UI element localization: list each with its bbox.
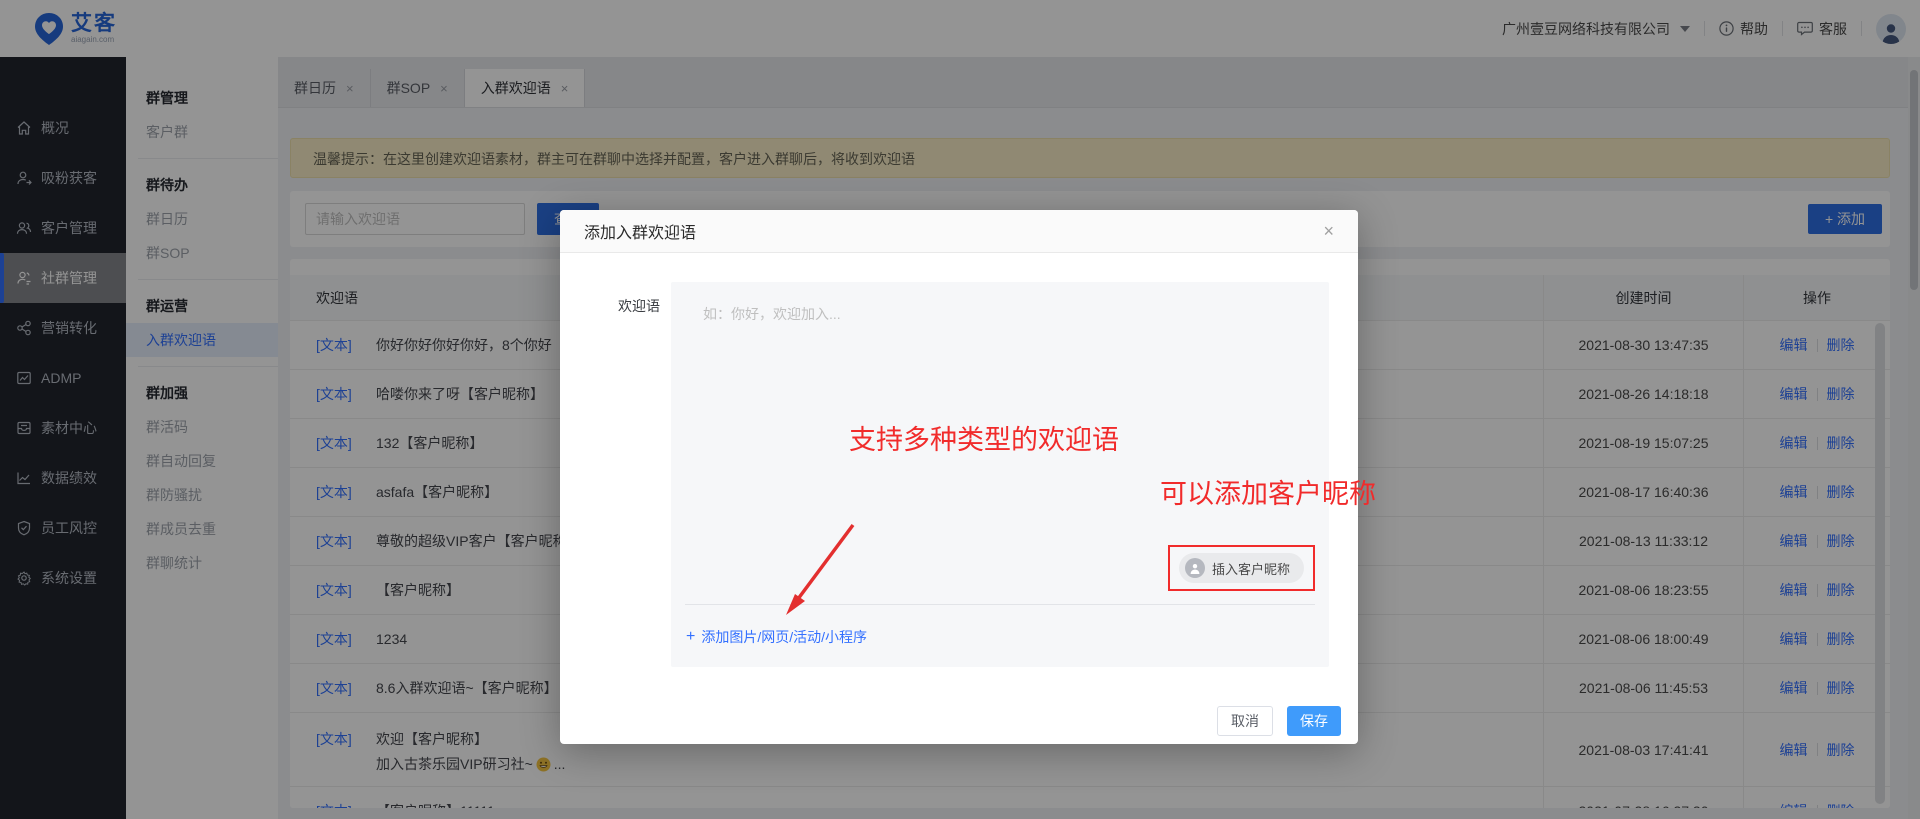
person-icon <box>1185 558 1205 578</box>
welcome-field-label: 欢迎语 <box>618 296 660 316</box>
close-icon[interactable]: × <box>1323 222 1334 240</box>
textarea-placeholder: 如：你好，欢迎加入... <box>703 304 841 324</box>
app-window: 艾客 aiagain.com 广州壹豆网络科技有限公司 帮助 客服 <box>0 0 1920 819</box>
insert-nickname-button[interactable]: 插入客户昵称 <box>1179 553 1304 583</box>
add-media-link[interactable]: + 添加图片/网页/活动/小程序 <box>686 627 867 647</box>
annotation-arrow-icon <box>765 515 865 630</box>
annotation-welcome-types: 支持多种类型的欢迎语 <box>784 418 1184 457</box>
add-media-label: 添加图片/网页/活动/小程序 <box>701 627 867 647</box>
add-welcome-modal: 添加入群欢迎语 × 欢迎语 如：你好，欢迎加入... 插入客户昵称 + 添加图片… <box>560 210 1358 744</box>
insert-nickname-highlight-box: 插入客户昵称 <box>1168 545 1315 591</box>
modal-footer: 取消 保存 <box>1217 706 1341 736</box>
save-button[interactable]: 保存 <box>1287 706 1341 736</box>
plus-icon: + <box>686 628 695 646</box>
modal-title: 添加入群欢迎语 <box>584 219 696 243</box>
modal-header: 添加入群欢迎语 × <box>560 210 1358 253</box>
insert-nickname-label: 插入客户昵称 <box>1212 559 1290 578</box>
cancel-button[interactable]: 取消 <box>1217 706 1273 736</box>
annotation-nickname: 可以添加客户昵称 <box>1160 472 1376 511</box>
